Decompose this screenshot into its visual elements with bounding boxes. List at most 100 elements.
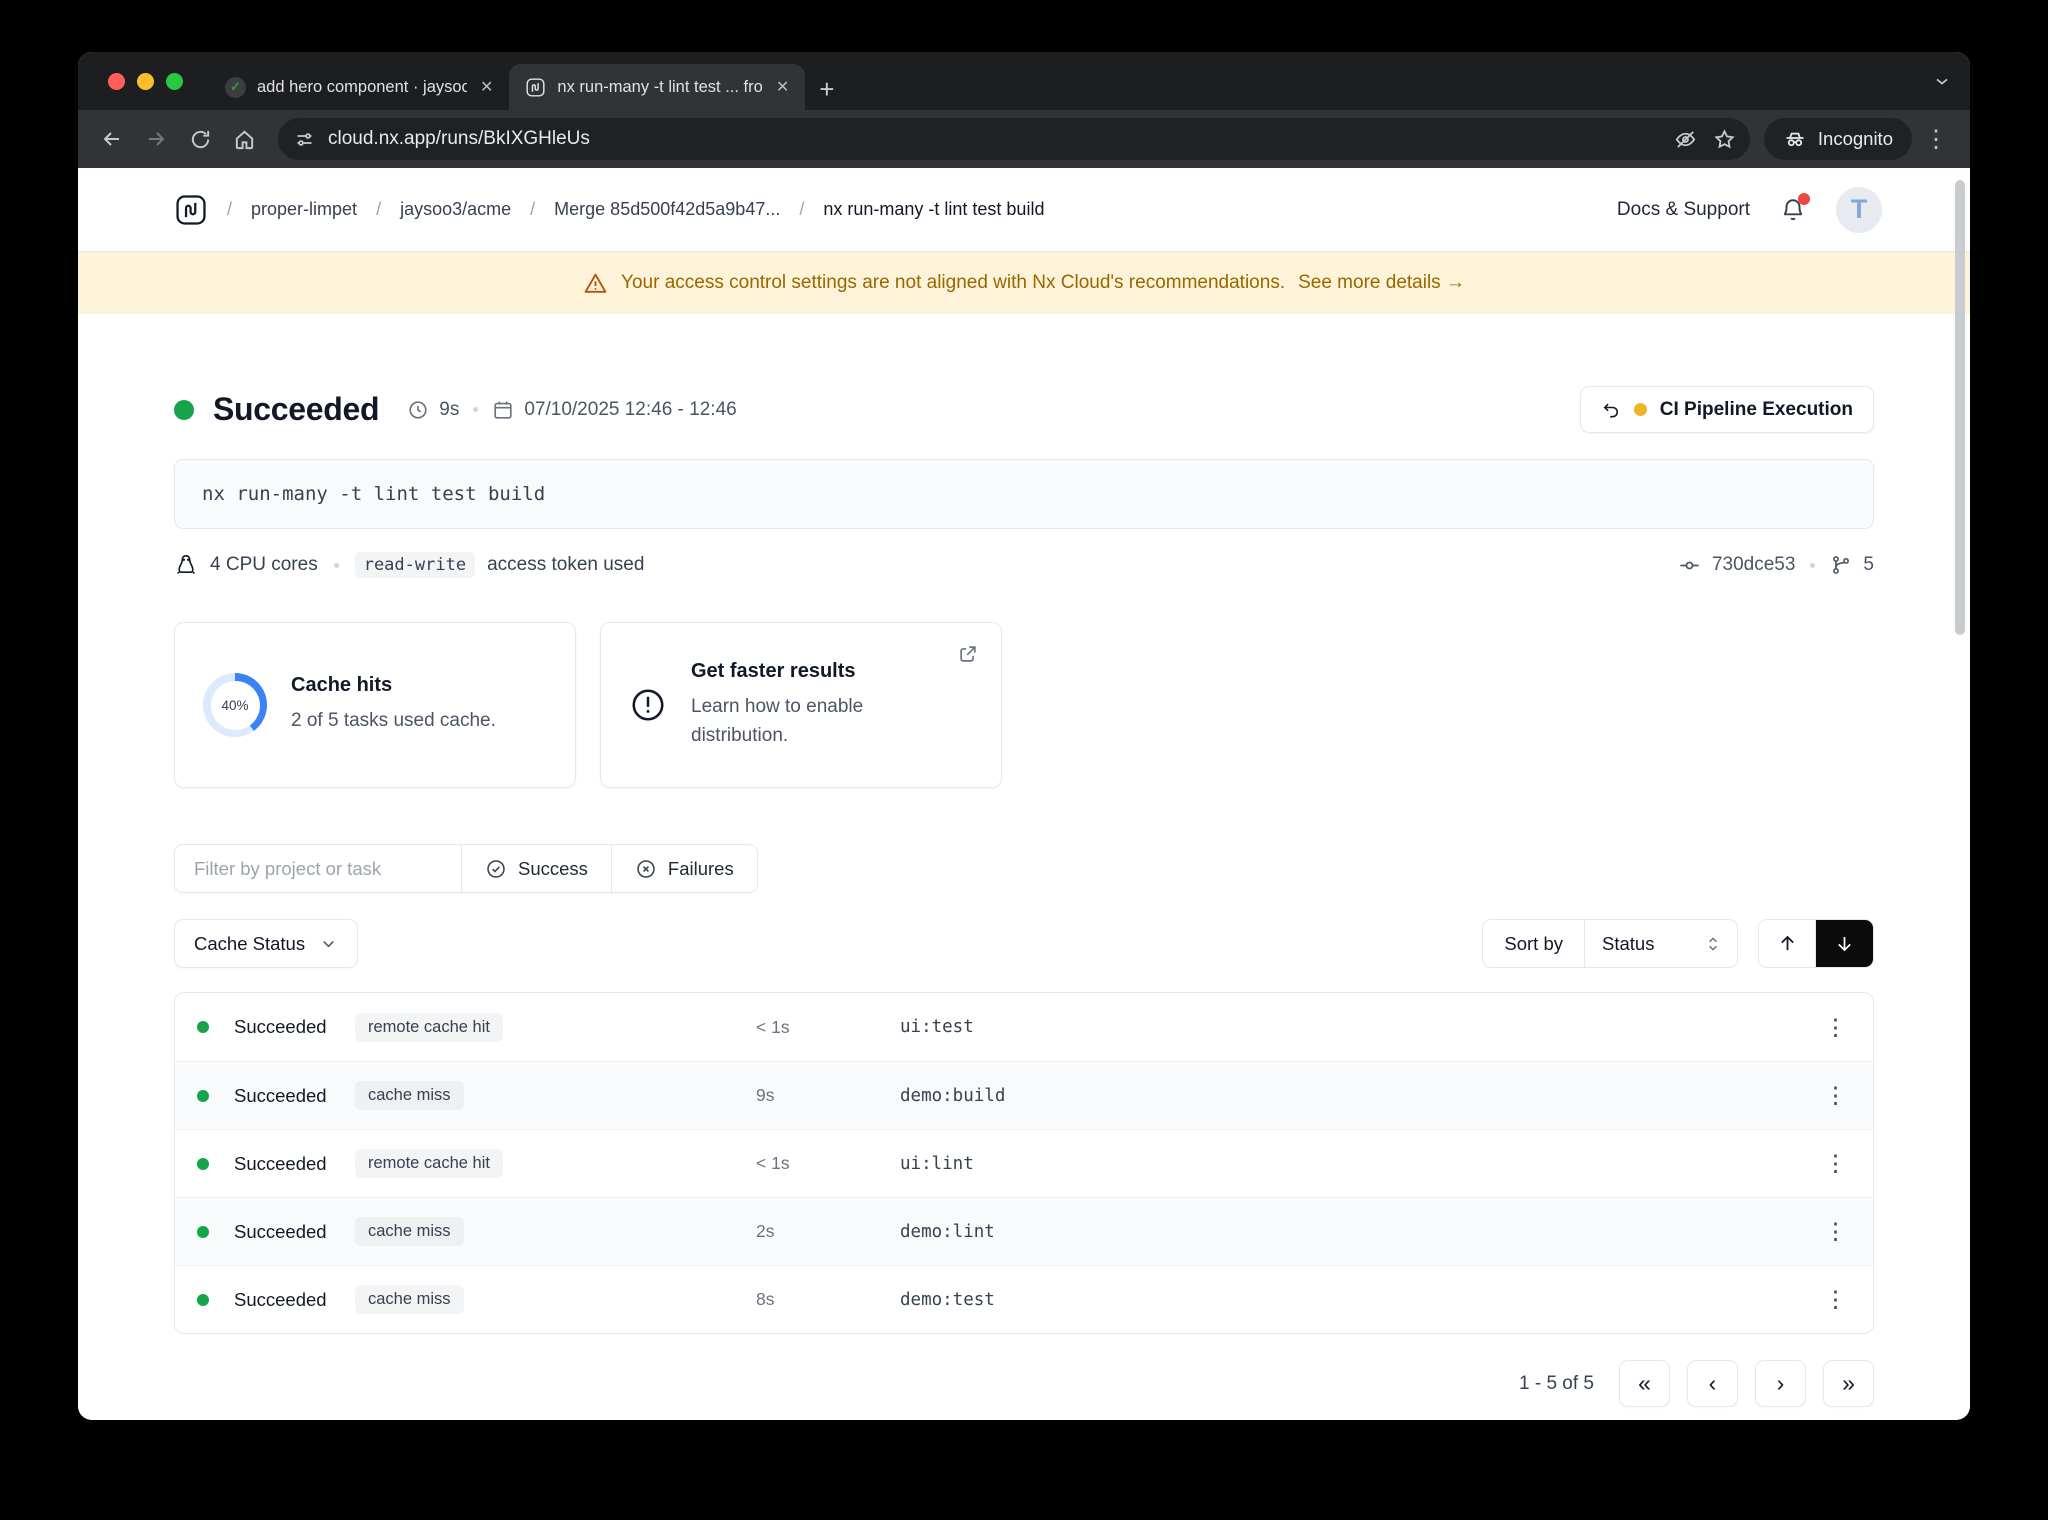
filter-group: Success Failures: [174, 844, 758, 893]
access-token-suffix: access token used: [487, 554, 645, 575]
row-menu-icon[interactable]: ⋮: [1824, 1220, 1847, 1243]
breadcrumb-separator: /: [530, 199, 536, 219]
task-name[interactable]: ui:lint: [900, 1154, 974, 1174]
sort-field-select[interactable]: Status: [1585, 920, 1737, 967]
sort-ascending-button[interactable]: [1759, 920, 1816, 967]
forward-icon[interactable]: [136, 119, 176, 159]
url-bar[interactable]: cloud.nx.app/runs/BkIXGHleUs: [278, 118, 1750, 160]
next-page-button[interactable]: ›: [1755, 1360, 1806, 1407]
eye-off-icon[interactable]: [1674, 128, 1697, 151]
first-page-button[interactable]: «: [1619, 1360, 1670, 1407]
table-row[interactable]: Succeeded remote cache hit < 1s ui:test …: [175, 993, 1873, 1061]
breadcrumb-org[interactable]: proper-limpet: [251, 199, 357, 220]
run-status: Succeeded: [213, 391, 380, 427]
cache-hits-card: 40% Cache hits 2 of 5 tasks used cache.: [174, 622, 576, 788]
table-row[interactable]: Succeeded cache miss 2s demo:lint ⋮: [175, 1197, 1873, 1265]
task-status: Succeeded: [234, 1288, 327, 1310]
task-name[interactable]: demo:build: [900, 1086, 1005, 1106]
dot-separator: [473, 407, 479, 412]
back-icon[interactable]: [92, 119, 132, 159]
pr-check-favicon-icon: ✓: [225, 76, 246, 98]
banner-text: Your access control settings are not ali…: [621, 272, 1286, 293]
run-status-row: Succeeded 9s 07/10/2025 12:46 - 12:46 CI…: [174, 386, 1874, 433]
cache-badge: remote cache hit: [355, 1149, 503, 1178]
commit-sha[interactable]: 730dce53: [1712, 554, 1795, 576]
home-icon[interactable]: [224, 119, 264, 159]
scrollbar[interactable]: [1955, 180, 1965, 635]
task-status-dot: [197, 1021, 209, 1033]
task-name[interactable]: ui:test: [900, 1017, 974, 1037]
sort-controls: Sort by Status: [1482, 919, 1874, 968]
distribution-card[interactable]: Get faster results Learn how to enable d…: [600, 622, 1002, 788]
tab-nx-cloud-run[interactable]: nx run-many -t lint test ... fro ✕: [509, 64, 806, 110]
table-row[interactable]: Succeeded cache miss 9s demo:build ⋮: [175, 1061, 1873, 1129]
task-duration: 8s: [756, 1289, 775, 1309]
browser-menu-icon[interactable]: ⋮: [1924, 125, 1948, 154]
cache-badge: remote cache hit: [355, 1012, 503, 1042]
breadcrumb-run[interactable]: nx run-many -t lint test build: [823, 199, 1044, 220]
maximize-window-button[interactable]: [166, 72, 183, 90]
task-name[interactable]: demo:lint: [900, 1222, 995, 1242]
last-page-button[interactable]: »: [1823, 1360, 1874, 1407]
branch-count[interactable]: 5: [1863, 554, 1874, 576]
failures-filter-button[interactable]: Failures: [610, 845, 757, 892]
row-menu-icon[interactable]: ⋮: [1824, 1084, 1847, 1107]
task-name[interactable]: demo:test: [900, 1290, 995, 1310]
x-circle-icon: [637, 859, 655, 878]
row-menu-icon[interactable]: ⋮: [1824, 1152, 1847, 1175]
external-link-icon[interactable]: [957, 643, 979, 665]
page-content: / proper-limpet / jaysoo3/acme / Merge 8…: [78, 168, 1970, 1420]
header-actions: Docs & Support T: [1617, 186, 1882, 233]
close-tab-icon[interactable]: ✕: [480, 77, 493, 97]
avatar[interactable]: T: [1836, 186, 1882, 233]
cache-status-dropdown[interactable]: Cache Status: [174, 919, 359, 968]
run-duration: 9s: [439, 398, 460, 420]
site-info-icon[interactable]: [294, 129, 315, 150]
window-controls[interactable]: [108, 72, 183, 90]
docs-support-link[interactable]: Docs & Support: [1617, 199, 1750, 221]
sort-by-label: Sort by: [1483, 920, 1585, 967]
row-menu-icon[interactable]: ⋮: [1824, 1288, 1847, 1311]
nx-logo-icon[interactable]: [174, 193, 208, 227]
close-tab-icon[interactable]: ✕: [776, 77, 789, 97]
sort-group: Sort by Status: [1482, 919, 1738, 968]
close-window-button[interactable]: [108, 72, 125, 90]
tab-github-pr[interactable]: ✓ add hero component · jaysoo ✕: [209, 64, 509, 110]
task-status-dot: [197, 1293, 209, 1306]
cache-badge: cache miss: [355, 1285, 464, 1314]
breadcrumb-repo[interactable]: jaysoo3/acme: [400, 199, 511, 220]
breadcrumb-commit[interactable]: Merge 85d500f42d5a9b47...: [554, 199, 780, 220]
table-row[interactable]: Succeeded cache miss 8s demo:test ⋮: [175, 1265, 1873, 1333]
dot-separator: [1810, 562, 1816, 568]
pipeline-status-dot: [1633, 403, 1647, 416]
breadcrumb-separator: /: [799, 199, 805, 219]
cache-hits-subtitle: 2 of 5 tasks used cache.: [291, 710, 496, 732]
run-date-range: 07/10/2025 12:46 - 12:46: [524, 398, 737, 420]
run-meta: 9s 07/10/2025 12:46 - 12:46: [407, 398, 737, 421]
minimize-window-button[interactable]: [137, 72, 154, 90]
table-controls-row: Cache Status Sort by Status: [174, 919, 1874, 968]
tab-search-chevron-icon[interactable]: [1932, 71, 1952, 91]
linux-icon: [177, 554, 195, 575]
browser-toolbar: cloud.nx.app/runs/BkIXGHleUs Incognito ⋮: [78, 110, 1970, 168]
incognito-icon: [1786, 132, 1804, 147]
success-filter-button[interactable]: Success: [462, 845, 611, 892]
prev-page-button[interactable]: ‹: [1687, 1360, 1738, 1407]
row-menu-icon[interactable]: ⋮: [1824, 1015, 1847, 1039]
cpu-cores: 4 CPU cores: [210, 554, 318, 575]
task-status: Succeeded: [234, 1152, 327, 1174]
sort-descending-button[interactable]: [1816, 920, 1873, 967]
reload-icon[interactable]: [180, 119, 220, 159]
filter-input[interactable]: [175, 845, 462, 892]
notifications-button[interactable]: [1780, 192, 1810, 223]
new-tab-button[interactable]: +: [819, 76, 834, 102]
bookmark-star-icon[interactable]: [1713, 128, 1736, 151]
breadcrumb-separator: /: [376, 199, 382, 219]
tab-title: add hero component · jaysoo: [257, 77, 467, 96]
sort-direction-group: [1758, 919, 1874, 968]
task-duration: 9s: [756, 1085, 775, 1105]
table-row[interactable]: Succeeded remote cache hit < 1s ui:lint …: [175, 1129, 1873, 1197]
ci-pipeline-execution-button[interactable]: CI Pipeline Execution: [1579, 386, 1874, 433]
arrow-down-icon: [1838, 936, 1851, 952]
banner-details-link[interactable]: See more details →: [1298, 272, 1465, 294]
